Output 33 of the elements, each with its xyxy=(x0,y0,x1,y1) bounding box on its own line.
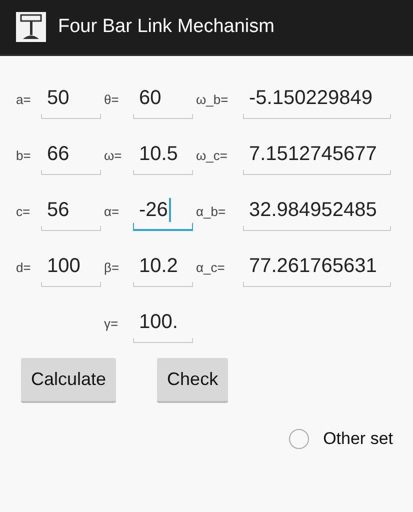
input-field[interactable]: -5.150229849 xyxy=(243,79,391,119)
input-field[interactable]: 50 xyxy=(41,79,101,119)
field-label: γ= xyxy=(104,316,120,330)
input-field[interactable]: 100. xyxy=(133,303,193,343)
input-field[interactable]: 77.261765631 xyxy=(243,247,391,287)
field-label: a= xyxy=(16,92,32,106)
input-field[interactable]: -26 xyxy=(133,191,193,231)
input-field[interactable]: 66 xyxy=(41,135,101,175)
field-label: β= xyxy=(104,260,120,274)
input-field[interactable]: 10.5 xyxy=(133,135,193,175)
input-field[interactable]: 56 xyxy=(41,191,101,231)
input-field[interactable]: 10.2 xyxy=(133,247,193,287)
crane-icon xyxy=(16,12,46,42)
input-field[interactable]: 32.984952485 xyxy=(243,191,391,231)
window-title: Four Bar Link Mechanism xyxy=(58,16,274,38)
input-field[interactable]: 100 xyxy=(41,247,101,287)
field-label: ω= xyxy=(104,148,123,162)
field-label: c= xyxy=(16,204,32,218)
calculate-button[interactable]: Calculate xyxy=(21,358,116,403)
radio-button[interactable] xyxy=(289,429,310,449)
text-cursor xyxy=(168,198,171,222)
input-field[interactable]: 7.1512745677 xyxy=(243,135,391,175)
input-field[interactable]: 60 xyxy=(133,79,193,119)
field-label: α= xyxy=(104,204,120,218)
field-label: α_c= xyxy=(196,260,226,274)
field-label: d= xyxy=(16,260,32,274)
field-label: θ= xyxy=(104,92,120,106)
check-button[interactable]: Check xyxy=(157,358,228,403)
field-label: ω_c= xyxy=(196,148,228,162)
radio-label: Other set xyxy=(323,429,393,449)
field-label: α_b= xyxy=(196,204,227,218)
field-label: ω_b= xyxy=(196,92,230,106)
field-label: b= xyxy=(16,148,32,162)
